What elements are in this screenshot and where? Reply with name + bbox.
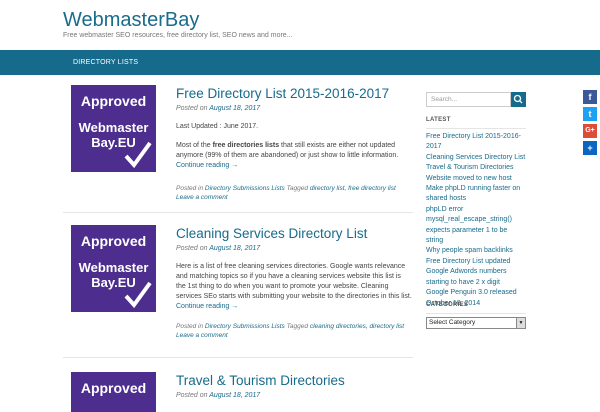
thumbnail-approved-text: Approved — [80, 93, 147, 109]
latest-item[interactable]: Website moved to new host — [426, 174, 526, 184]
thumbnail-approved-text: Approved — [80, 380, 147, 396]
post-date: Posted on August 18, 2017 — [176, 105, 412, 112]
latest-item[interactable]: Travel & Tourism Directories — [426, 163, 526, 173]
post-date: Posted on August 18, 2017 — [176, 245, 412, 252]
leave-comment-link[interactable]: Leave a comment — [176, 194, 228, 201]
post-thumbnail[interactable]: Approved — [71, 372, 156, 412]
search-icon — [513, 94, 523, 104]
checkmark-icon — [124, 141, 152, 169]
post-text-bold: free directories lists — [212, 142, 280, 149]
post-thumbnail[interactable]: Approved Webmaster Bay.EU — [71, 85, 156, 172]
latest-item[interactable]: Free Directory List updated — [426, 257, 526, 267]
facebook-icon: f — [588, 92, 592, 102]
post-paragraph: Here is a list of free cleaning services… — [176, 262, 412, 312]
category-select[interactable]: Select Category ▼ — [426, 317, 526, 329]
site-description: Free webmaster SEO resources, free direc… — [63, 32, 293, 39]
more-share-button[interactable]: + — [583, 141, 597, 155]
thumbnail-brand-line1: Webmaster — [78, 120, 149, 135]
post-body: Cleaning Services Directory List Posted … — [176, 225, 412, 340]
latest-item[interactable]: Why people spam backlinks — [426, 246, 526, 256]
checkmark-icon — [124, 281, 152, 309]
posted-in-label: Posted in — [176, 323, 204, 330]
post-date-link[interactable]: August 18, 2017 — [209, 392, 260, 399]
post-date-link[interactable]: August 18, 2017 — [209, 245, 260, 252]
google-plus-share-button[interactable]: G+ — [583, 124, 597, 138]
share-icon: + — [587, 143, 593, 153]
category-select-value: Select Category — [429, 319, 476, 326]
post-tags-link[interactable]: directory list, free directory list — [310, 185, 396, 192]
categories-widget: CATEGORIES Select Category ▼ — [426, 302, 526, 329]
continue-reading-link[interactable]: Continue reading → — [176, 303, 238, 310]
post-title[interactable]: Cleaning Services Directory List — [176, 226, 367, 241]
continue-reading-link[interactable]: Continue reading → — [176, 162, 238, 169]
post-category-link[interactable]: Directory Submissions Lists — [205, 323, 285, 330]
post-category-link[interactable]: Directory Submissions Lists — [205, 185, 285, 192]
post-tags-link[interactable]: cleaning directories, directory list — [310, 323, 404, 330]
posted-on-label: Posted on — [176, 105, 208, 112]
post-meta: Posted in Directory Submissions Lists Ta… — [176, 184, 412, 202]
post-excerpt: Last Updated : June 2017. Most of the fr… — [176, 122, 412, 171]
latest-widget-title: LATEST — [426, 117, 451, 123]
posted-on-label: Posted on — [176, 392, 208, 399]
post-body: Travel & Tourism Directories Posted on A… — [176, 372, 412, 399]
post-divider — [63, 357, 413, 358]
site-title[interactable]: WebmasterBay — [63, 9, 600, 31]
tagged-label: Tagged — [286, 323, 309, 330]
post-divider — [63, 212, 413, 213]
site-header: WebmasterBay Free webmaster SEO resource… — [0, 0, 600, 50]
posted-in-label: Posted in — [176, 185, 204, 192]
chevron-down-icon: ▼ — [516, 318, 525, 328]
leave-comment-link[interactable]: Leave a comment — [176, 332, 228, 339]
nav-item-directory-lists[interactable]: DIRECTORY LISTS — [73, 50, 138, 75]
latest-item[interactable]: phpLD error mysql_real_escape_string() e… — [426, 205, 526, 247]
latest-list: Free Directory List 2015-2016-2017 Clean… — [426, 132, 526, 309]
search-button[interactable] — [511, 92, 526, 107]
post-thumbnail[interactable]: Approved Webmaster Bay.EU — [71, 225, 156, 312]
search-input[interactable]: Search... — [426, 92, 511, 107]
latest-item[interactable]: Cleaning Services Directory List — [426, 153, 526, 163]
post-paragraph: Last Updated : June 2017. — [176, 123, 259, 130]
main-navigation: DIRECTORY LISTS — [0, 50, 600, 75]
post-body: Free Directory List 2015-2016-2017 Poste… — [176, 85, 412, 202]
post-excerpt: Here is a list of free cleaning services… — [176, 262, 412, 312]
posted-on-label: Posted on — [176, 245, 208, 252]
twitter-share-button[interactable]: t — [583, 107, 597, 121]
latest-widget: LATEST Free Directory List 2015-2016-201… — [426, 117, 526, 309]
latest-item[interactable]: Make phpLD running faster on shared host… — [426, 184, 526, 205]
post-date-link[interactable]: August 18, 2017 — [209, 105, 260, 112]
widget-divider — [426, 128, 526, 129]
post-text-segment: Most of the — [176, 142, 213, 149]
categories-widget-title: CATEGORIES — [426, 302, 469, 308]
facebook-share-button[interactable]: f — [583, 90, 597, 104]
post-meta: Posted in Directory Submissions Lists Ta… — [176, 322, 412, 340]
twitter-icon: t — [588, 109, 592, 119]
google-plus-icon: G+ — [585, 127, 595, 134]
thumbnail-approved-text: Approved — [80, 233, 147, 249]
post-paragraph: Most of the free directories lists that … — [176, 141, 412, 171]
tagged-label: Tagged — [286, 185, 309, 192]
widget-divider — [426, 313, 526, 314]
post-date: Posted on August 18, 2017 — [176, 392, 412, 399]
post-text-segment: Here is a list of free cleaning services… — [176, 263, 412, 300]
latest-item[interactable]: Free Directory List 2015-2016-2017 — [426, 132, 526, 153]
post-title[interactable]: Travel & Tourism Directories — [176, 373, 345, 388]
latest-item[interactable]: Google Adwords numbers starting to have … — [426, 267, 526, 288]
post-title[interactable]: Free Directory List 2015-2016-2017 — [176, 86, 389, 101]
thumbnail-brand-line1: Webmaster — [78, 260, 149, 275]
